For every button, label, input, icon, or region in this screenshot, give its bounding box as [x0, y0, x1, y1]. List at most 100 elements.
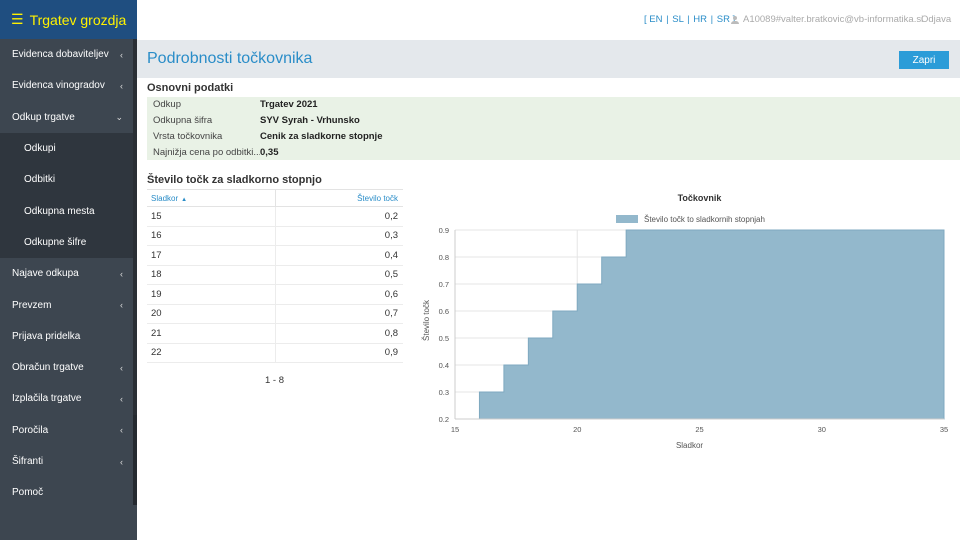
table-row[interactable]: 15 0,2 [147, 206, 403, 227]
user-info[interactable]: A10089#valter.bratkovic@vb-informatika.s… [731, 14, 923, 25]
table-row[interactable]: 18 0,5 [147, 265, 403, 285]
y-tick-label: 0.4 [439, 361, 449, 370]
x-tick-label: 20 [573, 425, 581, 434]
x-tick-label: 35 [940, 425, 948, 434]
sidebar-item[interactable]: Prevzem ‹ [0, 289, 137, 320]
sidebar-scroll-thumb[interactable] [133, 415, 137, 505]
sidebar-item-label: Prijava pridelka [12, 330, 81, 342]
info-label: Odkupna šifra [153, 115, 213, 127]
sidebar-item[interactable]: Prijava pridelka [0, 321, 137, 352]
y-tick-label: 0.3 [439, 388, 449, 397]
sidebar-item[interactable]: Poročila ‹ [0, 415, 137, 446]
cell-sugar: 19 [147, 284, 276, 305]
table-row[interactable]: 20 0,7 [147, 304, 403, 324]
y-tick-label: 0.7 [439, 280, 449, 289]
info-row: Najnižja cena po odbitki... 0,35 [147, 144, 960, 160]
y-tick-label: 0.9 [439, 226, 449, 235]
sidebar-item[interactable]: Pomoč [0, 477, 137, 508]
cell-sugar: 17 [147, 245, 276, 266]
hamburger-menu-icon[interactable]: ☰ [11, 11, 24, 28]
sidebar-item-label: Odkupna mesta [24, 205, 95, 217]
logout-link[interactable]: Odjava [921, 14, 951, 25]
sidebar-item-label: Odkupi [24, 143, 56, 155]
sidebar-item[interactable]: Odbitki [0, 164, 137, 196]
table-row[interactable]: 16 0,3 [147, 226, 403, 246]
table-row[interactable]: 17 0,4 [147, 245, 403, 266]
lang-sr-link[interactable]: SR [717, 14, 730, 25]
lang-separator: | [687, 14, 690, 25]
sidebar-item[interactable]: Izplačila trgatve ‹ [0, 383, 137, 414]
chevron-left-icon: ‹ [120, 425, 123, 436]
cell-points: 0,9 [275, 343, 403, 363]
cell-points: 0,3 [275, 226, 403, 246]
title-bar: Podrobnosti točkovnika Zapri [137, 40, 960, 78]
chevron-left-icon: ‹ [120, 362, 123, 373]
pager-info: 1 - 8 [265, 375, 285, 386]
legend-swatch [616, 215, 638, 223]
lang-en-link[interactable]: EN [649, 14, 662, 25]
column-header-points[interactable]: Število točk [275, 189, 403, 207]
column-header-sugar-label: Sladkor [151, 193, 179, 203]
sidebar-item[interactable]: Evidenca vinogradov ‹ [0, 70, 137, 101]
cell-sugar: 18 [147, 265, 276, 285]
table-row[interactable]: 21 0,8 [147, 323, 403, 344]
chevron-left-icon: ‹ [120, 80, 123, 91]
info-label: Vrsta točkovnika [153, 130, 223, 142]
app-title: Trgatev grozdja [29, 11, 127, 28]
x-axis-label: Sladkor [676, 441, 703, 450]
sidebar-menu: Evidenca dobaviteljev ‹ Evidenca vinogrado… [0, 39, 137, 508]
basic-data-panel: Odkup Trgatev 2021 Odkupna šifra SYV Syr… [147, 97, 960, 160]
sidebar-item[interactable]: Evidenca dobaviteljev ‹ [0, 39, 137, 70]
info-value: 0,35 [260, 146, 279, 158]
cell-sugar: 21 [147, 323, 276, 344]
app-brand[interactable]: ☰ Trgatev grozdja [0, 0, 137, 39]
info-row: Odkup Trgatev 2021 [147, 97, 960, 113]
sidebar-item-label: Poročila [12, 424, 49, 436]
cell-points: 0,4 [275, 245, 403, 266]
info-value: Trgatev 2021 [260, 99, 318, 111]
sidebar-item-label: Izplačila trgatve [12, 393, 82, 405]
sidebar-item-label: Odkup trgatve [12, 111, 75, 123]
lang-hr-link[interactable]: HR [693, 14, 707, 25]
sidebar-item-label: Obračun trgatve [12, 362, 84, 374]
sidebar-item-label: Šifranti [12, 456, 44, 467]
x-tick-label: 15 [451, 425, 459, 434]
legend-label: Število točk to sladkornih stopnjah [644, 215, 765, 224]
y-axis-label: Število točk [422, 299, 431, 341]
cell-sugar: 15 [147, 206, 276, 227]
table-row[interactable]: 19 0,6 [147, 284, 403, 305]
sidebar-item[interactable]: Odkupi [0, 132, 137, 165]
chevron-left-icon: ‹ [120, 49, 123, 60]
sidebar-item[interactable]: Obračun trgatve ‹ [0, 352, 137, 383]
lang-bracket-open: [ [644, 14, 647, 25]
cell-points: 0,8 [275, 323, 403, 344]
basic-data-title: Osnovni podatki [147, 82, 234, 94]
info-row: Odkupna šifra SYV Syrah - Vrhunsko [147, 113, 960, 129]
chevron-left-icon: ‹ [120, 393, 123, 404]
sidebar-item[interactable]: Odkup trgatve ⌄ [0, 101, 137, 133]
column-header-points-label: Število točk [357, 193, 398, 203]
points-chart: Točkovnik Število točk to sladkornih stop… [410, 185, 960, 460]
top-bar: [ EN | SL | HR | SR ] A10089#valter.brat… [137, 0, 960, 40]
sidebar-item[interactable]: Šifranti ‹ [0, 446, 137, 477]
y-tick-label: 0.6 [439, 307, 449, 316]
cell-sugar: 16 [147, 226, 276, 246]
table-row[interactable]: 22 0,9 [147, 343, 403, 363]
y-tick-label: 0.5 [439, 334, 449, 343]
close-button[interactable]: Zapri [899, 51, 949, 69]
language-switcher: [ EN | SL | HR | SR ] [644, 14, 735, 25]
cell-sugar: 22 [147, 343, 276, 363]
user-name: A10089#valter.bratkovic@vb-informatika.s… [743, 14, 924, 25]
cell-points: 0,2 [275, 206, 403, 227]
sidebar-item-label: Evidenca vinogradov [12, 80, 105, 92]
series-area [455, 229, 945, 420]
sidebar-item-label: Odbitki [24, 174, 56, 186]
column-header-sugar[interactable]: Sladkor ▲ [147, 189, 276, 207]
info-label: Najnižja cena po odbitki... [153, 146, 260, 158]
sidebar-item[interactable]: Odkupna mesta [0, 195, 137, 227]
lang-sl-link[interactable]: SL [672, 14, 683, 25]
info-value: Cenik za sladkorne stopnje [260, 130, 383, 142]
sidebar-item[interactable]: Najave odkupa ‹ [0, 258, 137, 289]
sidebar-scrollbar[interactable] [133, 39, 137, 419]
sidebar-item[interactable]: Odkupne šifre [0, 226, 137, 259]
